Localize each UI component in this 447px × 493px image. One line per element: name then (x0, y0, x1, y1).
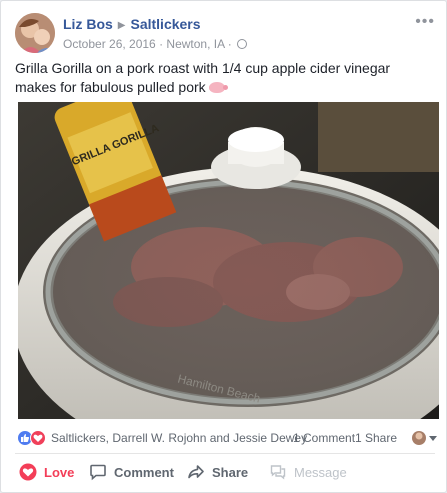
share-button[interactable]: Share (187, 457, 248, 487)
share-label: Share (212, 464, 249, 480)
message-button[interactable]: Message (269, 457, 347, 487)
share-count[interactable]: 1 Share (355, 431, 397, 445)
reaction-bar: Saltlickers, Darrell W. Rojohn and Jessi… (17, 429, 437, 447)
author-line: Liz Bos ▶ Saltlickers (63, 16, 201, 32)
post-meta: October 26, 2016 · Newton, IA · (63, 37, 248, 51)
love-button[interactable]: Love (19, 457, 74, 487)
divider (15, 453, 435, 454)
share-icon (188, 465, 204, 479)
post-location[interactable]: Newton, IA (166, 37, 224, 51)
love-reaction-icon[interactable] (30, 430, 46, 446)
post-card: Liz Bos ▶ Saltlickers October 26, 2016 · N… (0, 0, 447, 493)
author-name[interactable]: Liz Bos (63, 16, 113, 32)
post-text: Grilla Gorilla on a pork roast with 1/4 … (15, 59, 435, 97)
post-header: Liz Bos ▶ Saltlickers October 26, 2016 · N… (15, 13, 435, 53)
meta-separator: · (159, 37, 164, 51)
action-bar: Love Comment Share Message (15, 457, 435, 487)
right-triangle-icon: ▶ (117, 20, 126, 31)
love-label: Love (44, 464, 75, 480)
avatar-photo (15, 13, 55, 53)
post-body: Grilla Gorilla on a pork roast with 1/4 … (15, 60, 391, 95)
post-date[interactable]: October 26, 2016 (63, 37, 156, 51)
viewer-avatar-dropdown[interactable] (411, 429, 437, 447)
more-options-icon[interactable]: ••• (415, 13, 435, 31)
reaction-names[interactable]: Saltlickers, Darrell W. Rojohn and Jessi… (51, 431, 307, 445)
love-icon (19, 463, 37, 481)
message-label: Message (294, 464, 347, 480)
comment-icon (90, 464, 106, 481)
page-name[interactable]: Saltlickers (130, 16, 200, 32)
slow-cooker-image: GRILLA GORILLA Hamilton Beach (18, 102, 439, 419)
pig-emoji-icon (208, 82, 228, 93)
comment-label: Comment (114, 464, 174, 480)
globe-icon (237, 39, 248, 49)
avatar[interactable] (15, 13, 55, 53)
meta-separator-2: · (227, 37, 232, 51)
comment-button[interactable]: Comment (89, 457, 174, 487)
message-icon (270, 465, 286, 480)
post-photo[interactable]: GRILLA GORILLA Hamilton Beach (18, 102, 439, 419)
comment-count[interactable]: 1 Comment (293, 431, 355, 445)
